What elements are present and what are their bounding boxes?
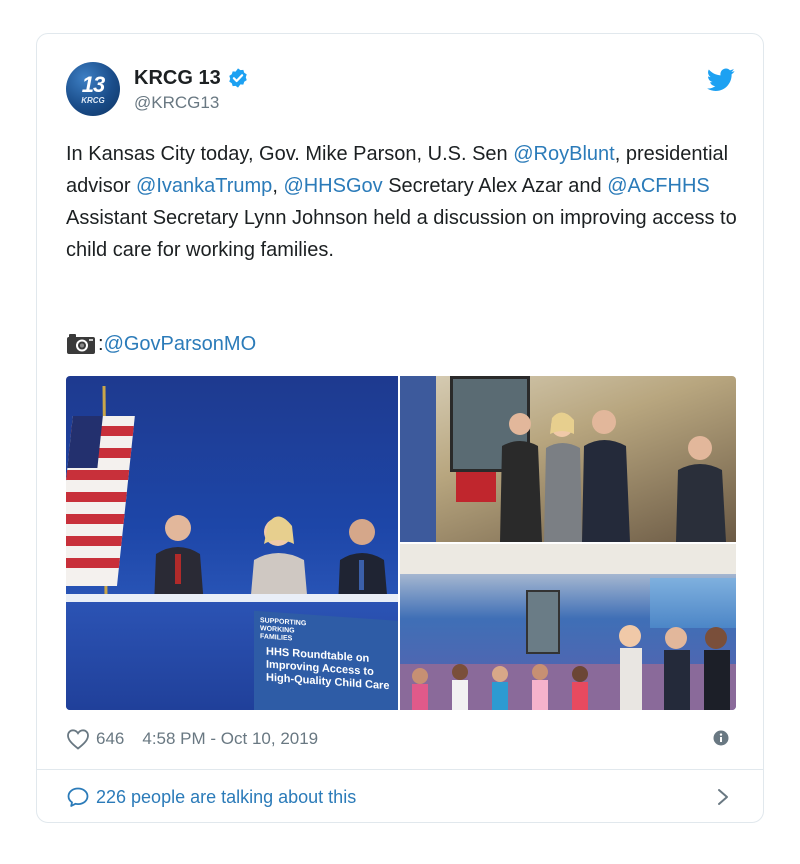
tweet-text-segment: In Kansas City today, Gov. Mike Parson, …	[66, 143, 514, 165]
chevron-right-icon[interactable]	[717, 788, 729, 806]
author-info[interactable]: KRCG 13 @KRCG13	[134, 66, 249, 114]
tweet-header: 13 KRCG KRCG 13 @KRCG13	[66, 62, 735, 122]
avatar-logo-sub: KRCG	[81, 96, 105, 105]
speech-bubble-icon	[67, 787, 89, 807]
divider	[37, 769, 763, 770]
tweet-text-segment: Assistant Secretary Lynn Johnson held a …	[66, 207, 737, 261]
info-icon[interactable]	[713, 730, 729, 746]
ceiling-graphic	[400, 544, 736, 574]
heart-icon[interactable]	[66, 728, 90, 750]
tweet-text: In Kansas City today, Gov. Mike Parson, …	[66, 138, 746, 266]
tweet-text-segment: Secretary Alex Azar and	[382, 175, 608, 197]
avatar-logo-number: 13	[81, 72, 105, 97]
photo-classroom-visit[interactable]	[400, 376, 736, 542]
photo-classroom-children[interactable]	[400, 544, 736, 710]
table-top	[66, 594, 398, 602]
children-graphic	[400, 625, 736, 710]
panel-people-graphic	[154, 515, 388, 606]
roundtable-banner: SUPPORTING WORKING FAMILIES HHS Roundtab…	[254, 610, 398, 710]
avatar[interactable]: 13 KRCG	[66, 62, 120, 116]
bookshelf-graphic	[400, 376, 436, 542]
visitors-graphic	[500, 410, 726, 542]
mention-link[interactable]: @HHSGov	[283, 175, 382, 197]
author-display-name[interactable]: KRCG 13	[134, 66, 221, 90]
verified-badge-icon	[228, 68, 247, 88]
twitter-bird-icon[interactable]	[707, 68, 735, 92]
mention-link[interactable]: @RoyBlunt	[513, 143, 614, 165]
banner-sub: SUPPORTING WORKING FAMILIES	[260, 617, 307, 643]
tweet-text-segment: ,	[272, 175, 284, 197]
tweet-meta: 646 4:58 PM - Oct 10, 2019	[66, 724, 735, 754]
tweet-timestamp[interactable]: 4:58 PM - Oct 10, 2019	[142, 729, 318, 749]
tweet-card: 13 KRCG KRCG 13 @KRCG13 In Kansas City t…	[36, 33, 764, 823]
like-count[interactable]: 646	[96, 729, 124, 749]
camera-icon	[67, 334, 95, 354]
media-grid[interactable]: SUPPORTING WORKING FAMILIES HHS Roundtab…	[66, 376, 736, 710]
photo-credit: : @GovParsonMO	[66, 328, 256, 360]
banner-title: HHS Roundtable on Improving Access to Hi…	[266, 645, 390, 693]
conversation-link[interactable]: 226 people are talking about this	[66, 782, 735, 812]
mention-link[interactable]: @ACFHHS	[607, 175, 710, 197]
author-handle[interactable]: @KRCG13	[134, 92, 249, 114]
photo-credit-link[interactable]: @GovParsonMO	[104, 328, 257, 360]
photo-roundtable[interactable]: SUPPORTING WORKING FAMILIES HHS Roundtab…	[66, 376, 398, 710]
conversation-count-text[interactable]: 226 people are talking about this	[96, 787, 356, 808]
mention-link[interactable]: @IvankaTrump	[136, 175, 272, 197]
author-display-name-row: KRCG 13	[134, 66, 249, 90]
